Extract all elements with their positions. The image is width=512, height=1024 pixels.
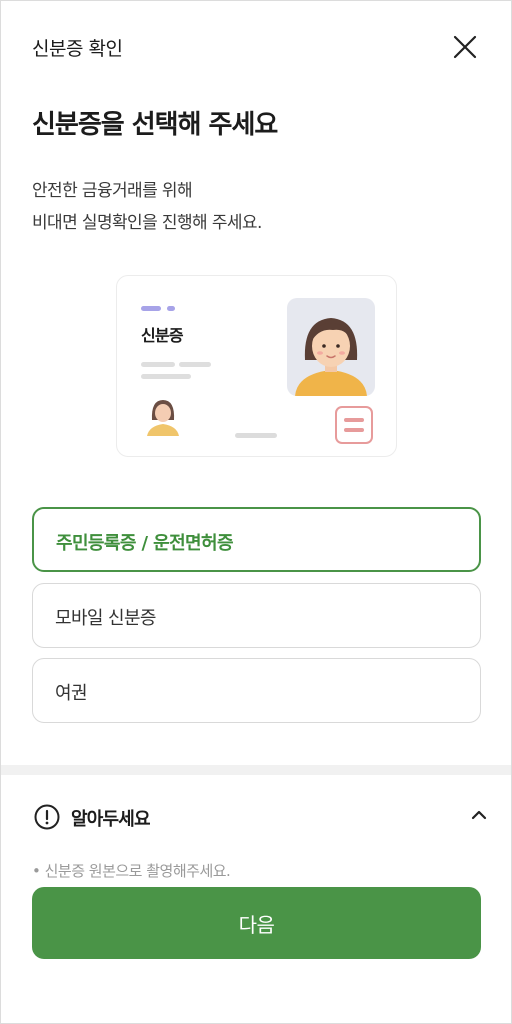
description: 안전한 금융거래를 위해 비대면 실명확인을 진행해 주세요. — [32, 175, 262, 239]
alert-circle-icon — [34, 804, 60, 830]
notice-title: 알아두세요 — [71, 809, 151, 830]
option-passport[interactable]: 여권 — [32, 658, 481, 723]
close-icon — [453, 35, 477, 59]
card-line — [141, 362, 175, 367]
option-label: 주민등록증 / 운전면허증 — [56, 533, 234, 554]
next-button[interactable]: 다음 — [32, 887, 481, 959]
stamp-icon — [335, 406, 373, 444]
card-bar — [235, 433, 277, 438]
close-button[interactable] — [446, 28, 484, 66]
card-line — [141, 374, 191, 379]
option-resident-or-driver-license[interactable]: 주민등록증 / 운전면허증 — [32, 507, 481, 572]
person-small-icon — [147, 400, 179, 436]
header: 신분증 확인 — [0, 0, 512, 96]
option-label: 모바일 신분증 — [55, 608, 156, 629]
card-dot — [141, 306, 161, 311]
section-divider — [1, 765, 511, 775]
chevron-up-icon — [471, 810, 487, 820]
id-card-illustration: 신분증 — [116, 275, 397, 457]
card-line — [179, 362, 211, 367]
page-title: 신분증 확인 — [32, 38, 123, 60]
person-avatar-icon — [295, 318, 367, 396]
mini-portrait — [143, 394, 183, 436]
notice-toggle[interactable]: 알아두세요 — [0, 790, 512, 844]
card-dot — [167, 306, 175, 311]
option-mobile-id[interactable]: 모바일 신분증 — [32, 583, 481, 648]
notice-item: • 신분증 원본으로 촬영해주세요. — [32, 862, 231, 880]
description-line-2: 비대면 실명확인을 진행해 주세요. — [32, 213, 262, 233]
card-label: 신분증 — [141, 326, 184, 345]
portrait-photo — [287, 298, 375, 396]
option-label: 여권 — [55, 683, 88, 704]
description-line-1: 안전한 금융거래를 위해 — [32, 181, 193, 201]
headline: 신분증을 선택해 주세요 — [32, 110, 278, 140]
